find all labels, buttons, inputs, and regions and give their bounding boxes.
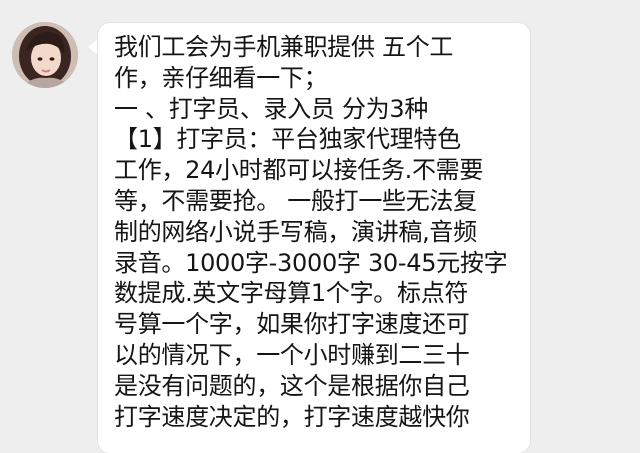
message-line: 录音。1000字-3000字 30-45元按字: [114, 248, 508, 277]
message-line: 号算一个字，如果你打字速度还可: [114, 310, 470, 339]
message-line: 制的网络小说手写稿，演讲稿,音频: [114, 217, 477, 246]
chat-area: 我们工会为手机兼职提供 五个工 作，亲仔细看一下； 一 、打字员、录入员 分为3…: [0, 0, 640, 453]
message-line: 工作，24小时都可以接任务.不需要: [114, 156, 484, 185]
message-line: 以的情况下，一个小时赚到二三十: [114, 340, 470, 369]
message-line: 等，不需要抢。 一般打一些无法复: [114, 186, 477, 215]
user-avatar-icon: [12, 22, 78, 88]
message-line: 数提成.英文字母算1个字。标点符: [114, 279, 469, 308]
message-line: 作，亲仔细看一下；: [114, 63, 328, 92]
message-line: 是没有问题的，这个是根据你自己: [114, 371, 470, 400]
sender-avatar[interactable]: [12, 22, 78, 88]
message-text: 我们工会为手机兼职提供 五个工 作，亲仔细看一下； 一 、打字员、录入员 分为3…: [114, 32, 514, 432]
message-line: 打字速度决定的，打字速度越快你: [114, 402, 470, 431]
message-line: 一 、打字员、录入员 分为3种: [114, 94, 429, 123]
message-line: 【1】打字员：平台独家代理特色: [114, 125, 461, 154]
message-line: 我们工会为手机兼职提供 五个工: [114, 33, 454, 61]
